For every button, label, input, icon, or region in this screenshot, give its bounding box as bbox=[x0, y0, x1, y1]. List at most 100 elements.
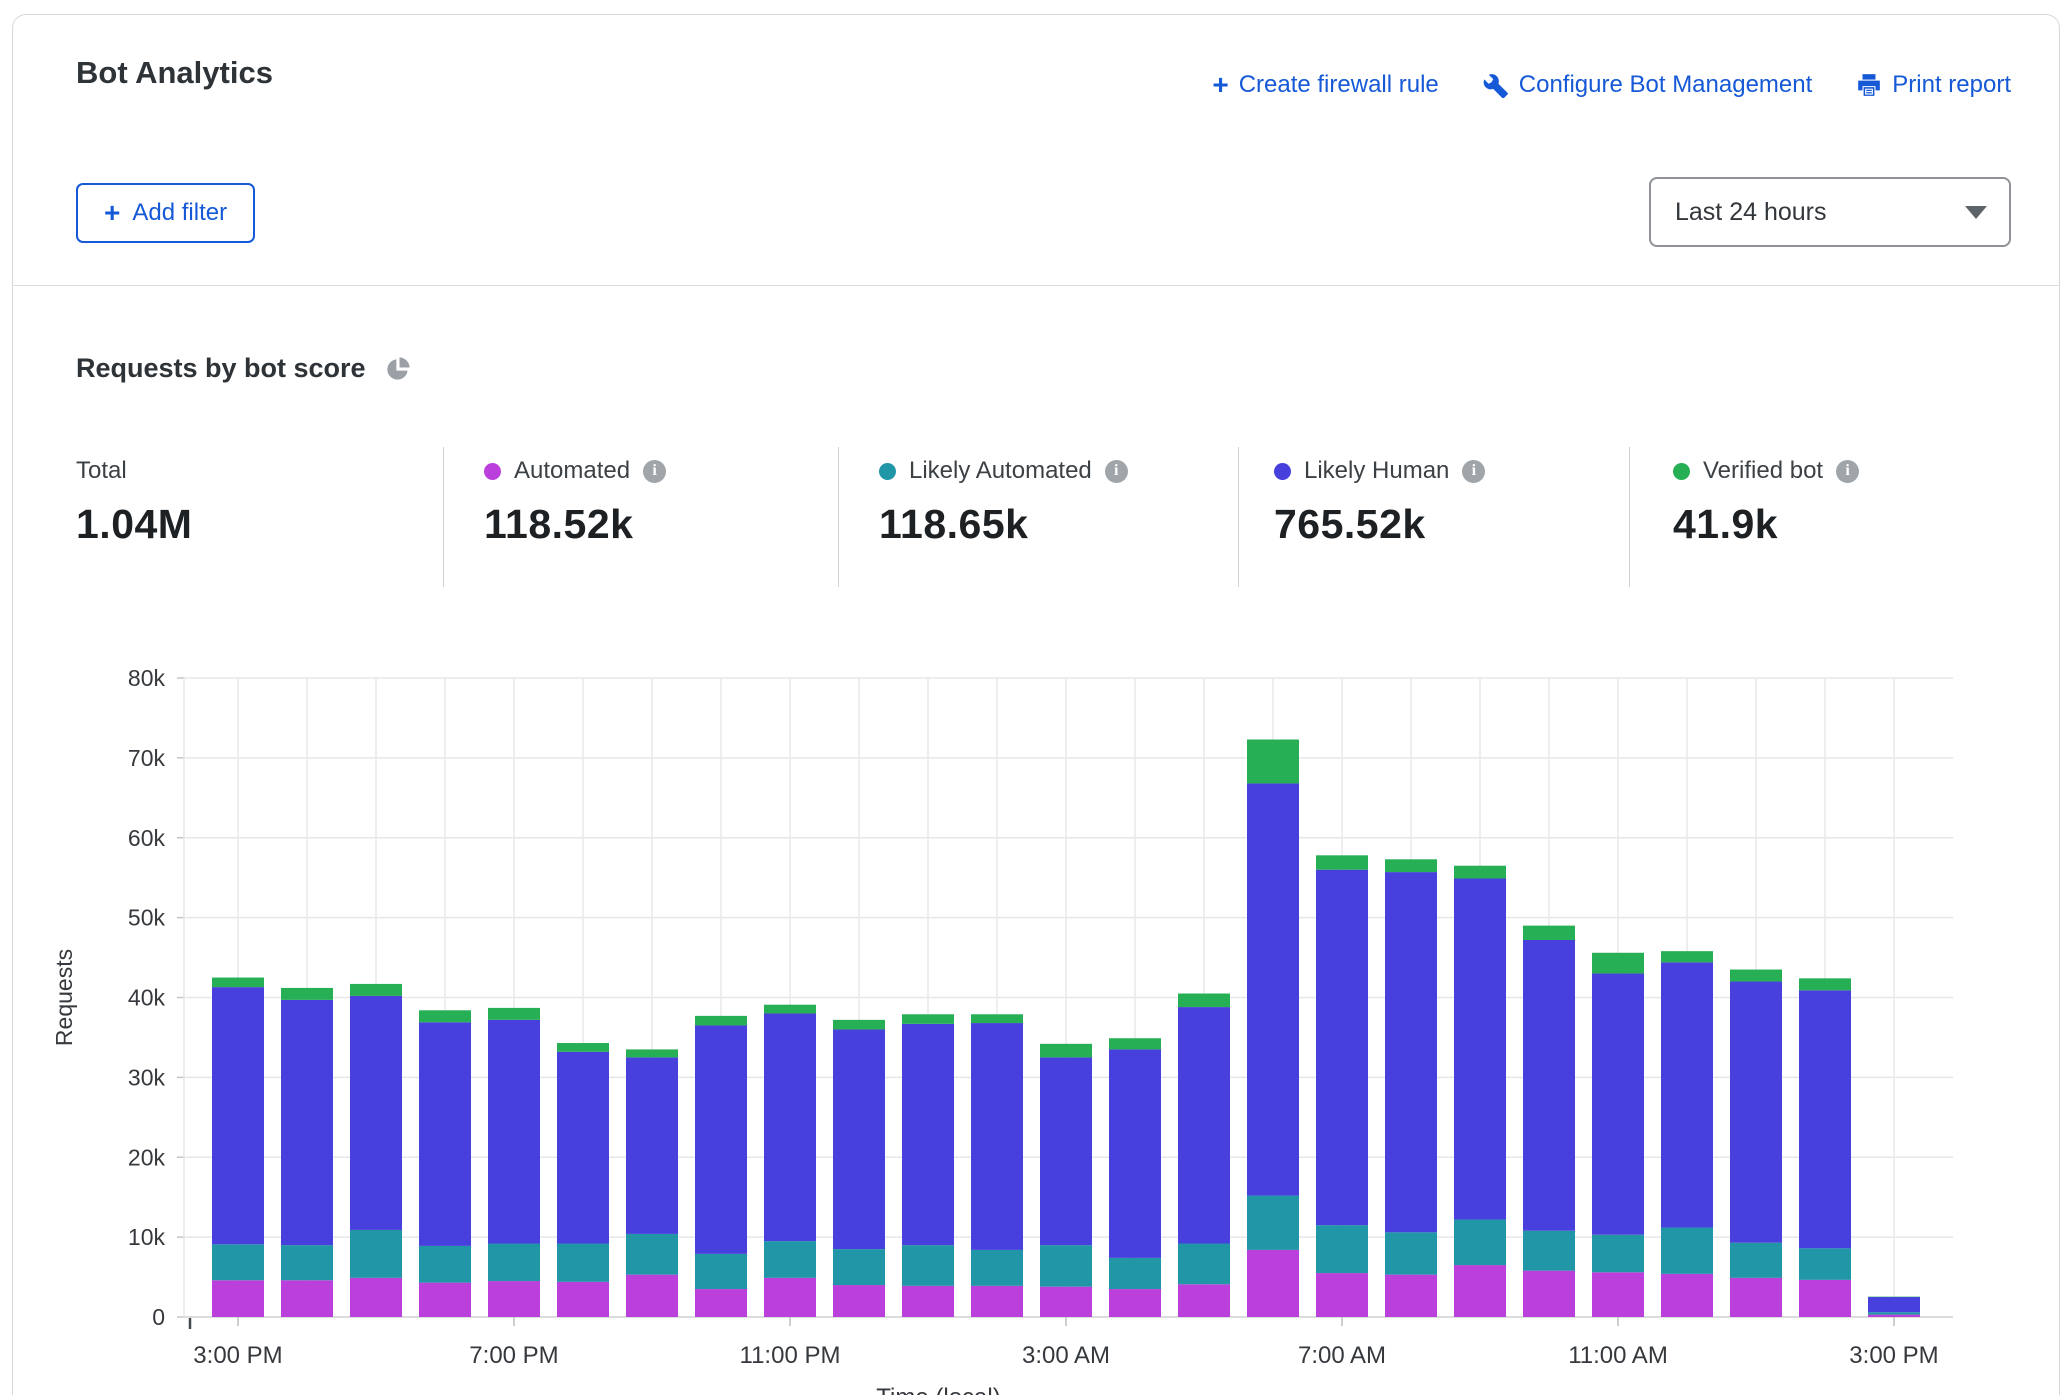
create-firewall-rule-link[interactable]: + Create firewall rule bbox=[1212, 71, 1438, 99]
info-icon[interactable]: i bbox=[1462, 460, 1485, 483]
bar-segment-likely-automated-300PM bbox=[1868, 1312, 1920, 1314]
header-actions: + Create firewall rule Configure Bot Man… bbox=[1212, 71, 2011, 99]
bar-segment-likely-automated-1200PM bbox=[1661, 1228, 1713, 1274]
bar-segment-likely-automated-500PM bbox=[350, 1230, 402, 1278]
bar-segment-verified-bot-1100AM bbox=[1592, 953, 1644, 974]
x-tick-label: 7:00 AM bbox=[1298, 1342, 1386, 1369]
stat-likely-automated: Likely Automated i 118.65k bbox=[879, 455, 1128, 548]
bar-segment-likely-human-500PM bbox=[350, 996, 402, 1230]
bar-segment-automated-1100PM bbox=[764, 1278, 816, 1317]
bar-segment-likely-automated-400PM bbox=[281, 1245, 333, 1280]
bar-segment-likely-automated-1100AM bbox=[1592, 1235, 1644, 1273]
requests-by-bot-score-chart[interactable]: 010k20k30k40k50k60k70k80k3:00 PM7:00 PM1… bbox=[13, 561, 2059, 1395]
bar-segment-automated-300PM bbox=[1868, 1315, 1920, 1317]
bar-segment-likely-automated-100AM bbox=[902, 1245, 954, 1286]
y-tick-label: 10k bbox=[128, 1224, 166, 1250]
bar-segment-likely-human-200PM bbox=[1799, 990, 1851, 1248]
bar-segment-automated-600PM bbox=[419, 1283, 471, 1317]
bar-segment-automated-800AM bbox=[1385, 1275, 1437, 1317]
x-tick-label: 11:00 PM bbox=[740, 1342, 841, 1369]
info-icon[interactable]: i bbox=[1105, 460, 1128, 483]
bar-segment-verified-bot-500PM bbox=[350, 984, 402, 996]
bar-segment-likely-automated-700PM bbox=[488, 1244, 540, 1282]
y-tick-label: 40k bbox=[128, 985, 166, 1011]
chart-svg: 010k20k30k40k50k60k70k80k3:00 PM7:00 PM1… bbox=[13, 561, 2059, 1395]
bar-segment-likely-human-1000PM bbox=[695, 1025, 747, 1253]
x-tick-label: 3:00 AM bbox=[1022, 1342, 1110, 1369]
configure-bot-management-link[interactable]: Configure Bot Management bbox=[1483, 71, 1813, 99]
info-icon[interactable]: i bbox=[1836, 460, 1859, 483]
likely-automated-legend-dot bbox=[879, 463, 896, 480]
bar-segment-likely-automated-200AM bbox=[971, 1250, 1023, 1286]
bar-segment-automated-400AM bbox=[1109, 1289, 1161, 1317]
bar-segment-likely-human-700AM bbox=[1316, 870, 1368, 1225]
bar-segment-likely-automated-500AM bbox=[1178, 1244, 1230, 1285]
y-tick-label: 0 bbox=[152, 1304, 165, 1330]
bar-segment-verified-bot-700AM bbox=[1316, 855, 1368, 869]
bar-segment-verified-bot-900AM bbox=[1454, 866, 1506, 879]
bar-segment-likely-human-500AM bbox=[1178, 1007, 1230, 1243]
bar-segment-verified-bot-1000AM bbox=[1523, 926, 1575, 940]
bar-segment-automated-1000PM bbox=[695, 1289, 747, 1317]
stat-automated: Automated i 118.52k bbox=[484, 455, 666, 548]
bar-segment-verified-bot-600AM bbox=[1247, 740, 1299, 784]
bar-segment-automated-1200AM bbox=[833, 1285, 885, 1317]
y-axis-label: Requests bbox=[51, 949, 77, 1046]
wrench-icon bbox=[1483, 72, 1509, 98]
bar-segment-likely-human-1200AM bbox=[833, 1029, 885, 1249]
bar-segment-likely-automated-700AM bbox=[1316, 1225, 1368, 1273]
x-tick-label: 11:00 AM bbox=[1568, 1342, 1668, 1369]
bar-segment-automated-1100AM bbox=[1592, 1272, 1644, 1317]
bar-segment-automated-100AM bbox=[902, 1286, 954, 1317]
chevron-down-icon bbox=[1965, 206, 1987, 219]
bar-segment-verified-bot-100AM bbox=[902, 1014, 954, 1024]
bar-segment-automated-200AM bbox=[971, 1286, 1023, 1317]
bar-segment-automated-800PM bbox=[557, 1282, 609, 1317]
bar-segment-likely-human-800PM bbox=[557, 1052, 609, 1244]
bar-segment-likely-human-600AM bbox=[1247, 783, 1299, 1195]
bar-segment-likely-automated-900PM bbox=[626, 1234, 678, 1275]
bar-segment-verified-bot-700PM bbox=[488, 1008, 540, 1020]
x-tick-label: 3:00 PM bbox=[193, 1342, 282, 1369]
bar-segment-likely-human-100PM bbox=[1730, 982, 1782, 1243]
plus-icon: + bbox=[104, 199, 120, 227]
bar-segment-likely-automated-600PM bbox=[419, 1246, 471, 1283]
bar-segment-verified-bot-600PM bbox=[419, 1010, 471, 1022]
bar-segment-verified-bot-200PM bbox=[1799, 978, 1851, 990]
bar-segment-likely-automated-900AM bbox=[1454, 1220, 1506, 1266]
stat-likely-human: Likely Human i 765.52k bbox=[1274, 455, 1485, 548]
bar-segment-automated-1000AM bbox=[1523, 1271, 1575, 1317]
time-range-select[interactable]: Last 24 hours bbox=[1649, 177, 2011, 247]
add-filter-button[interactable]: + Add filter bbox=[76, 183, 255, 243]
bar-segment-automated-400PM bbox=[281, 1280, 333, 1317]
stat-total: Total 1.04M bbox=[76, 455, 192, 548]
stat-likely-automated-value: 118.65k bbox=[879, 501, 1128, 548]
bar-segment-likely-human-1000AM bbox=[1523, 940, 1575, 1231]
bar-segment-likely-automated-1200AM bbox=[833, 1249, 885, 1285]
info-icon[interactable]: i bbox=[643, 460, 666, 483]
y-tick-label: 50k bbox=[128, 905, 166, 931]
bar-segment-likely-automated-800PM bbox=[557, 1244, 609, 1282]
bar-segment-automated-700AM bbox=[1316, 1273, 1368, 1317]
bar-segment-automated-1200PM bbox=[1661, 1274, 1713, 1317]
time-range-value: Last 24 hours bbox=[1675, 198, 1827, 227]
bar-segment-likely-automated-1000AM bbox=[1523, 1231, 1575, 1271]
bar-segment-likely-automated-200PM bbox=[1799, 1248, 1851, 1280]
bar-segment-automated-200PM bbox=[1799, 1280, 1851, 1317]
print-report-link[interactable]: Print report bbox=[1856, 71, 2011, 99]
header-divider bbox=[13, 285, 2059, 286]
stat-verified-bot: Verified bot i 41.9k bbox=[1673, 455, 1859, 548]
bar-segment-verified-bot-800PM bbox=[557, 1043, 609, 1052]
bar-segment-likely-human-400PM bbox=[281, 1000, 333, 1245]
bar-segment-likely-human-700PM bbox=[488, 1020, 540, 1244]
bar-segment-automated-300AM bbox=[1040, 1287, 1092, 1317]
bar-segment-likely-human-1200PM bbox=[1661, 962, 1713, 1227]
bar-segment-verified-bot-100PM bbox=[1730, 970, 1782, 982]
bar-segment-likely-human-1100PM bbox=[764, 1013, 816, 1241]
likely-human-legend-dot bbox=[1274, 463, 1291, 480]
x-axis-label: Time (local) bbox=[876, 1384, 1000, 1395]
bot-analytics-page: { "header": { "title": "Bot Analytics", … bbox=[0, 0, 2070, 1394]
y-tick-label: 80k bbox=[128, 665, 166, 691]
bar-segment-likely-human-200AM bbox=[971, 1023, 1023, 1250]
bar-segment-likely-human-100AM bbox=[902, 1024, 954, 1245]
